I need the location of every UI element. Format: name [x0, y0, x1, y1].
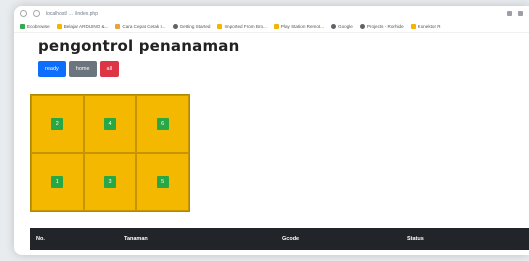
column-header-status: Status: [407, 236, 424, 242]
bookmark-icon: [20, 24, 25, 29]
column-header-tanaman: Tanaman: [124, 236, 148, 242]
control-buttons: ready home all: [38, 61, 529, 77]
grid-cell[interactable]: 6: [136, 95, 189, 153]
bookmark-item[interactable]: Google: [331, 24, 353, 29]
globe-icon: [331, 24, 337, 29]
page-title: pengontrol penanaman: [38, 37, 240, 55]
globe-icon: [359, 24, 365, 29]
address-bar: localhost/ … /index.php: [14, 6, 529, 21]
ready-button[interactable]: ready: [38, 61, 66, 77]
bookmark-label: Imported From Bro...: [224, 24, 267, 29]
bookmark-label: Projects - Rorhide: [366, 24, 404, 29]
bookmark-label: Konektor R: [417, 24, 441, 29]
column-header-no: No.: [36, 236, 45, 242]
url-field[interactable]: localhost/ … /index.php: [46, 11, 501, 17]
globe-icon: [172, 24, 178, 29]
bookmark-item[interactable]: Imported From Bro...: [217, 24, 267, 29]
bookmark-item[interactable]: Play Station Remot...: [273, 24, 325, 29]
browser-window: localhost/ … /index.php Ecobrowse Belaja…: [14, 6, 529, 255]
plant-marker[interactable]: 6: [156, 118, 169, 130]
planting-grid: 2 4 6 1 3 5: [30, 94, 190, 212]
grid-cell[interactable]: 4: [83, 95, 137, 153]
bookmark-item[interactable]: Konektor R: [410, 24, 441, 29]
grid-cell[interactable]: 1: [31, 153, 84, 211]
bookmark-item[interactable]: Belajar ARDUINO &...: [56, 24, 109, 29]
plant-marker[interactable]: 4: [103, 118, 116, 130]
bookmark-icon: [115, 24, 121, 29]
site-info-icon[interactable]: [33, 10, 40, 17]
bookmark-label: Ecobrowse: [27, 24, 50, 29]
plant-marker[interactable]: 1: [51, 176, 64, 188]
bookmark-label: Getting Started: [179, 24, 211, 29]
folder-icon: [410, 24, 416, 29]
page-content: pengontrol penanaman ready home all: [14, 33, 529, 77]
menu-icon[interactable]: [518, 11, 523, 16]
bookmark-label: Play Station Remot...: [280, 24, 325, 29]
bookmark-item[interactable]: Getting Started: [172, 24, 211, 29]
plant-marker[interactable]: 5: [156, 176, 169, 188]
bookmark-icon: [273, 24, 279, 29]
all-button[interactable]: all: [99, 61, 120, 77]
plant-marker[interactable]: 2: [51, 118, 64, 130]
bookmark-label: Google: [338, 24, 353, 29]
table-header: No. Tanaman Gcode Status: [30, 228, 529, 250]
home-button[interactable]: home: [68, 61, 97, 77]
grid-cell[interactable]: 3: [83, 153, 137, 211]
plant-marker[interactable]: 3: [103, 176, 116, 188]
bookmark-label: Cara Cepat Cetak I...: [122, 24, 166, 29]
bookmarks-bar: Ecobrowse Belajar ARDUINO &... Cara Cepa…: [14, 21, 529, 33]
bookmark-item[interactable]: Projects - Rorhide: [359, 24, 404, 29]
grid-cell[interactable]: 5: [136, 153, 189, 211]
bookmark-item[interactable]: Cara Cepat Cetak I...: [115, 24, 166, 29]
grid-cell[interactable]: 2: [31, 95, 84, 153]
folder-icon: [217, 24, 223, 29]
column-header-gcode: Gcode: [282, 236, 300, 242]
folder-icon: [56, 24, 62, 29]
bookmark-item[interactable]: Ecobrowse: [20, 24, 50, 29]
extension-icon[interactable]: [507, 11, 512, 16]
reload-icon[interactable]: [20, 10, 27, 17]
bookmark-label: Belajar ARDUINO &...: [63, 24, 109, 29]
